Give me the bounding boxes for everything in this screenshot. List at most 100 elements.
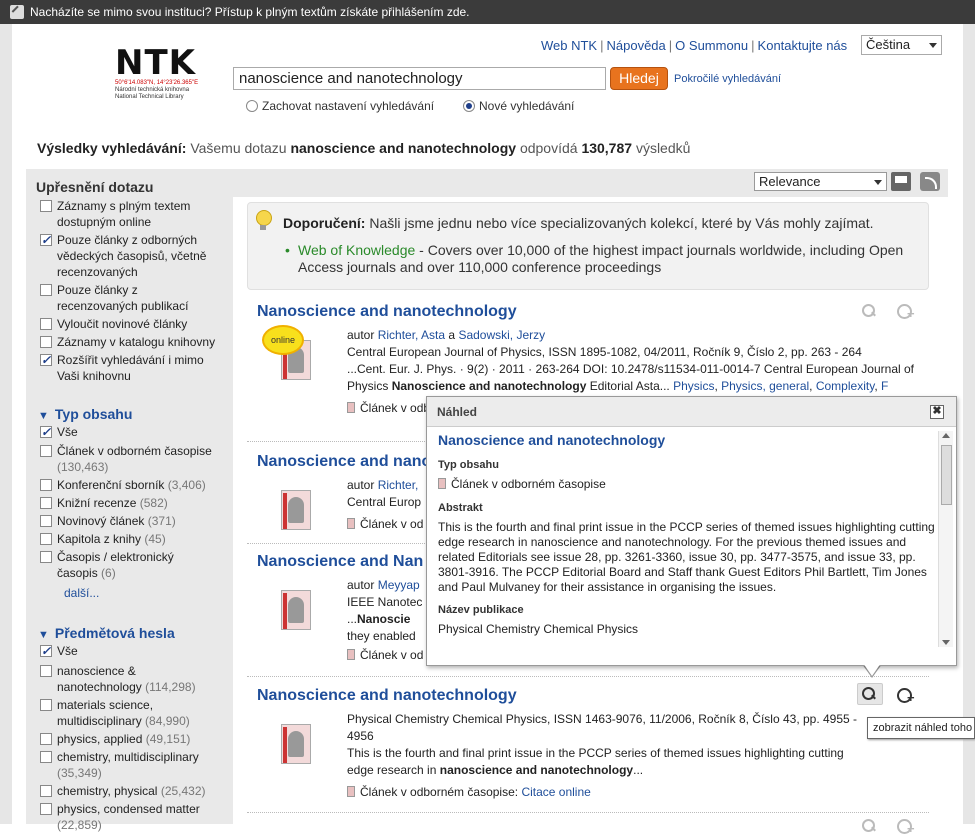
checkbox[interactable] — [40, 643, 52, 659]
recommendation-text: Doporučení: Našli jsme jednu nebo více s… — [283, 215, 874, 231]
advanced-search-link[interactable]: Pokročilé vyhledávání — [674, 73, 781, 85]
scroll-down-icon[interactable] — [942, 640, 950, 645]
checkbox[interactable] — [40, 352, 52, 368]
close-icon[interactable]: ✖ — [930, 405, 944, 419]
popup-type-heading: Typ obsahu — [438, 459, 499, 471]
link-help[interactable]: Nápověda — [607, 38, 666, 53]
subject-link[interactable]: F — [881, 379, 888, 393]
search-button[interactable]: Hledej — [610, 67, 668, 90]
radio-icon — [246, 100, 258, 112]
add-to-folder-icon[interactable] — [897, 687, 915, 705]
popup-scrollbar[interactable] — [938, 431, 953, 647]
print-icon[interactable] — [891, 172, 911, 191]
document-icon — [347, 649, 355, 660]
login-notice-bar[interactable]: Nacházíte se mimo svou instituci? Přístu… — [0, 0, 975, 24]
subject-nano[interactable]: nanoscience & nanotechnology (114,298) — [40, 663, 205, 695]
facet-exclude-news[interactable]: Vyloučit novinové články — [40, 316, 220, 332]
result-title[interactable]: Nanoscience and nanotechnology — [257, 303, 517, 321]
language-select[interactable]: Čeština — [861, 35, 942, 55]
radio-selected-icon — [463, 100, 475, 112]
checkbox[interactable] — [40, 699, 52, 711]
ntk-logo[interactable]: NTK 50°6'14.083"N, 14°23'26.365"E Národn… — [115, 46, 198, 101]
author-link[interactable]: Sadowski, Jerzy — [458, 328, 545, 342]
sort-select[interactable]: Relevance — [754, 172, 887, 191]
checkbox[interactable] — [40, 785, 52, 797]
search-input[interactable]: nanoscience and nanotechnology — [233, 67, 606, 90]
type-ejournal[interactable]: Časopis / elektronický časopis (6) — [40, 549, 205, 581]
checkbox[interactable] — [40, 733, 52, 745]
checkbox[interactable] — [40, 336, 52, 348]
add-to-folder-icon[interactable] — [897, 818, 915, 836]
radio-keep-settings[interactable]: Zachovat nastavení vyhledávání — [246, 99, 434, 113]
facet-catalog[interactable]: Záznamy v katalogu knihovny — [40, 334, 220, 350]
scroll-up-icon[interactable] — [942, 433, 950, 438]
more-types-link[interactable]: další... — [64, 586, 99, 600]
checkbox[interactable] — [40, 200, 52, 212]
subject-link[interactable]: Physics — [673, 379, 714, 393]
article-thumbnail — [281, 590, 311, 630]
subject-chem-multi[interactable]: chemistry, multidisciplinary (35,349) — [40, 749, 205, 781]
subject-all[interactable]: Vše — [40, 643, 220, 659]
type-journal[interactable]: Článek v odborném časopise (130,463) — [40, 443, 220, 475]
subject-link[interactable]: Physics, general — [721, 379, 809, 393]
result-title[interactable]: Nanoscience and Nan — [257, 553, 423, 571]
checkbox[interactable] — [40, 533, 52, 545]
checkbox[interactable] — [40, 497, 52, 509]
checkbox[interactable] — [40, 665, 52, 677]
checkbox[interactable] — [40, 551, 52, 563]
checkbox[interactable] — [40, 318, 52, 330]
checkbox[interactable] — [40, 445, 52, 457]
radio-new-search[interactable]: Nové vyhledávání — [463, 99, 574, 113]
type-book-chapter[interactable]: Kapitola z knihy (45) — [40, 531, 220, 547]
document-icon — [347, 402, 355, 413]
subject-chem-physical[interactable]: chemistry, physical (25,432) — [40, 783, 220, 799]
add-to-folder-icon[interactable] — [897, 303, 915, 321]
web-of-knowledge-link[interactable]: Web of Knowledge — [298, 242, 415, 258]
link-web-ntk[interactable]: Web NTK — [541, 38, 597, 53]
link-contact[interactable]: Kontaktujte nás — [758, 38, 848, 53]
page-margin-right — [963, 24, 975, 824]
page-margin-left — [0, 24, 12, 824]
subject-condensed[interactable]: physics, condensed matter (22,859) — [40, 801, 205, 833]
popup-title[interactable]: Nanoscience and nanotechnology — [438, 433, 935, 448]
subject-materials[interactable]: materials science, multidisciplinary (84… — [40, 697, 205, 729]
checkbox[interactable] — [40, 232, 52, 248]
popup-publication-heading: Název publikace — [438, 604, 524, 616]
checkbox[interactable] — [40, 284, 52, 296]
rss-icon[interactable] — [920, 172, 940, 191]
content-type-title[interactable]: Typ obsahu — [38, 406, 133, 422]
logo-line1: Národní technická knihovna — [115, 87, 190, 93]
checkbox[interactable] — [40, 515, 52, 527]
recommendation-item: Web of Knowledge - Covers over 10,000 of… — [298, 242, 904, 275]
login-notice[interactable]: Nacházíte se mimo svou instituci? Přístu… — [30, 5, 470, 19]
type-conference[interactable]: Konferenční sborník (3,406) — [40, 477, 220, 493]
preview-icon[interactable] — [861, 303, 877, 319]
popup-abstract-heading: Abstrakt — [438, 502, 483, 514]
subjects-title[interactable]: Předmětová hesla — [38, 625, 175, 641]
facet-peer-reviewed[interactable]: Pouze články z recenzovaných publikací — [40, 282, 220, 314]
facet-fulltext[interactable]: Záznamy s plným textem dostupným online — [40, 198, 220, 230]
author-link[interactable]: Richter, — [378, 478, 419, 492]
checkbox[interactable] — [40, 424, 52, 440]
link-about[interactable]: O Summonu — [675, 38, 748, 53]
checkbox[interactable] — [40, 751, 52, 763]
article-thumbnail — [281, 490, 311, 530]
subject-link[interactable]: Complexity — [816, 379, 874, 393]
checkbox[interactable] — [40, 803, 52, 815]
author-link[interactable]: Meyyap — [378, 578, 420, 592]
facet-expand[interactable]: Rozšířit vyhledávání i mimo Vaši knihovn… — [40, 352, 220, 384]
preview-icon[interactable] — [861, 818, 877, 834]
type-news[interactable]: Novinový článek (371) — [40, 513, 220, 529]
result-title[interactable]: Nanoscience and nanotechnology — [257, 687, 517, 705]
type-book-review[interactable]: Knižní recenze (582) — [40, 495, 220, 511]
online-badge: online — [264, 327, 302, 353]
citation-online-link[interactable]: Citace online — [521, 785, 590, 799]
facet-scholarly[interactable]: Pouze články z odborných vědeckých časop… — [40, 232, 220, 280]
subject-physics-applied[interactable]: physics, applied (49,151) — [40, 731, 220, 747]
preview-icon[interactable] — [861, 686, 877, 702]
popup-publication: Physical Chemistry Chemical Physics — [438, 622, 639, 636]
author-link[interactable]: Richter, Asta — [378, 328, 445, 342]
type-all[interactable]: Vše — [40, 424, 220, 440]
scroll-thumb[interactable] — [941, 445, 952, 505]
checkbox[interactable] — [40, 479, 52, 491]
